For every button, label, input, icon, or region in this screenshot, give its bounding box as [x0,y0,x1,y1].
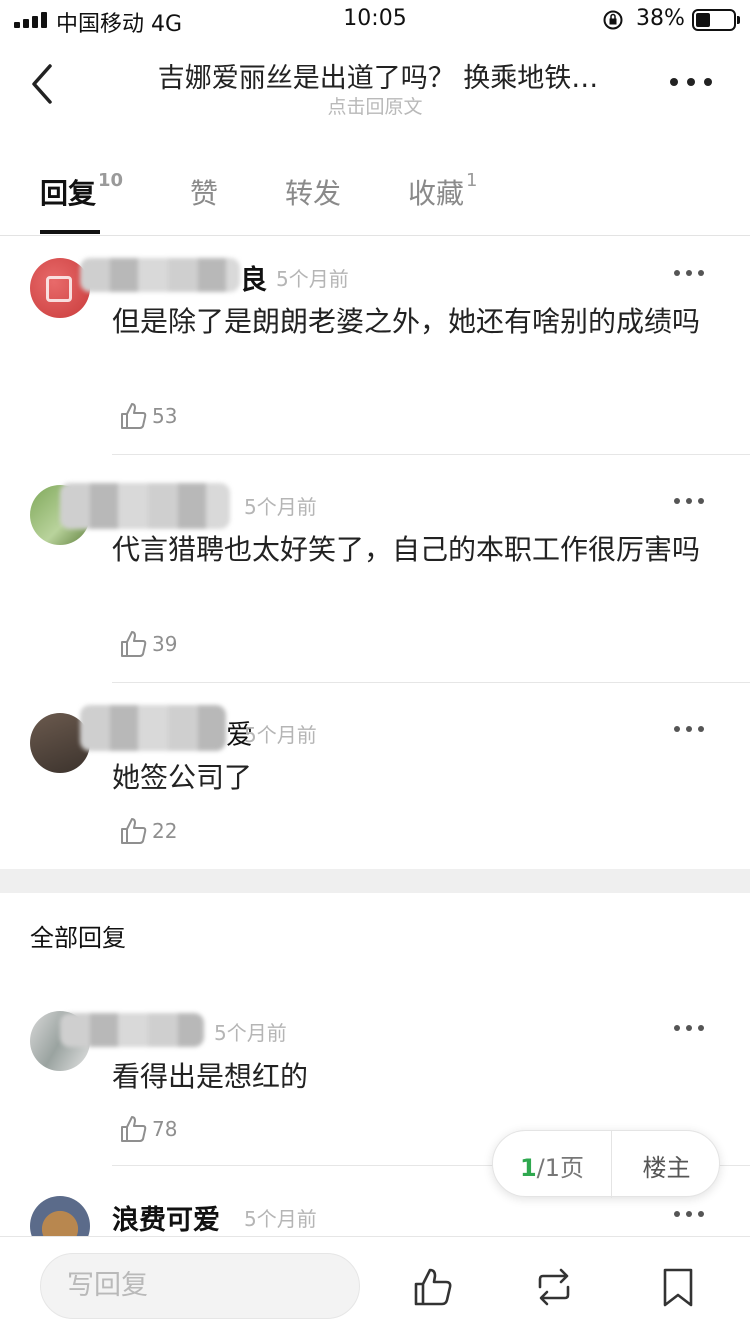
page-indicator[interactable]: 1/1页 [493,1148,611,1183]
bottom-action-bar: 写回复 [0,1236,750,1334]
username-redacted[interactable] [60,1013,204,1047]
comment-item: 爱 5个月前 她签公司了 22 [0,683,750,869]
nav-header: 吉娜爱丽丝是出道了吗？ 换乘地铁… 点击回原文 [0,40,750,130]
thumbs-up-icon [121,1116,147,1142]
page-title: 吉娜爱丽丝是出道了吗？ 换乘地铁… [157,63,599,94]
comment-time: 5个月前 [214,1021,287,1045]
username-redacted[interactable] [80,258,240,292]
section-separator [0,869,750,893]
rotation-lock-icon [603,10,623,30]
comment-more-icon[interactable] [674,726,706,734]
tab-replies[interactable]: 回复 10 [40,170,124,212]
battery-icon [692,9,740,31]
status-bar: 中国移动 4G 10:05 38% [0,0,750,40]
username-redacted[interactable] [80,705,226,751]
username-tail[interactable]: 良 [240,258,267,297]
comment-text: 代言猎聘也太好笑了，自己的本职工作很厉害吗 [112,533,701,566]
thumbs-up-icon [121,403,147,429]
comment-text: 她签公司了 [112,761,253,794]
current-page: 1 [519,1154,537,1182]
page-total: /1页 [536,1154,585,1182]
like-icon[interactable] [410,1265,454,1309]
comment-more-icon[interactable] [674,1211,706,1219]
comment-more-icon[interactable] [674,498,706,506]
section-title-all-replies: 全部回复 [30,924,126,952]
tab-reposts-label: 转发 [285,177,342,210]
floating-pager: 1/1页 楼主 [492,1130,721,1198]
like-count: 39 [152,632,178,656]
tab-likes-label: 赞 [190,177,219,210]
comment-time: 5个月前 [276,267,349,291]
tab-replies-count: 10 [98,170,124,191]
like-count: 22 [152,819,178,843]
reply-input[interactable]: 写回复 [40,1253,360,1319]
comment-item: 良 5个月前 但是除了是朗朗老婆之外，她还有啥别的成绩吗 53 [0,236,750,454]
like-button[interactable]: 78 [118,1112,177,1146]
avatar[interactable] [30,1196,90,1236]
thumbs-up-icon [121,818,147,844]
repost-icon[interactable] [532,1265,576,1309]
tab-likes[interactable]: 赞 [190,172,218,212]
like-button[interactable]: 22 [118,814,177,848]
op-only-button[interactable]: 楼主 [612,1148,721,1183]
username[interactable]: 浪费可爱 [112,1198,220,1236]
bookmark-icon[interactable] [656,1265,700,1309]
tab-reposts[interactable]: 转发 [285,172,341,212]
like-count: 78 [152,1117,178,1141]
tab-favorites-count: 1 [466,170,478,191]
back-to-original-link[interactable]: 点击回原文 [0,92,750,119]
comment-text: 看得出是想红的 [112,1060,309,1093]
comment-text: 但是除了是朗朗老婆之外，她还有啥别的成绩吗 [112,305,701,338]
tab-bar: 回复 10 赞 转发 收藏 1 [0,150,750,236]
tab-favorites[interactable]: 收藏 1 [408,170,478,212]
more-options-icon[interactable] [668,76,714,88]
comment-time: 5个月前 [244,1207,317,1231]
comment-time: 5个月前 [244,723,317,747]
tab-replies-label: 回复 [40,177,97,210]
comment-more-icon[interactable] [674,270,706,278]
comment-more-icon[interactable] [674,1025,706,1033]
like-count: 53 [152,404,178,428]
tab-favorites-label: 收藏 [408,177,465,210]
battery-percent: 38% [636,6,685,31]
comment-item: 5个月前 代言猎聘也太好笑了，自己的本职工作很厉害吗 39 [0,455,750,682]
comment-time: 5个月前 [244,495,317,519]
like-button[interactable]: 39 [118,627,177,661]
active-tab-indicator [40,230,100,234]
thumbs-up-icon [121,631,147,657]
like-button[interactable]: 53 [118,399,177,433]
username-redacted[interactable] [60,483,230,529]
